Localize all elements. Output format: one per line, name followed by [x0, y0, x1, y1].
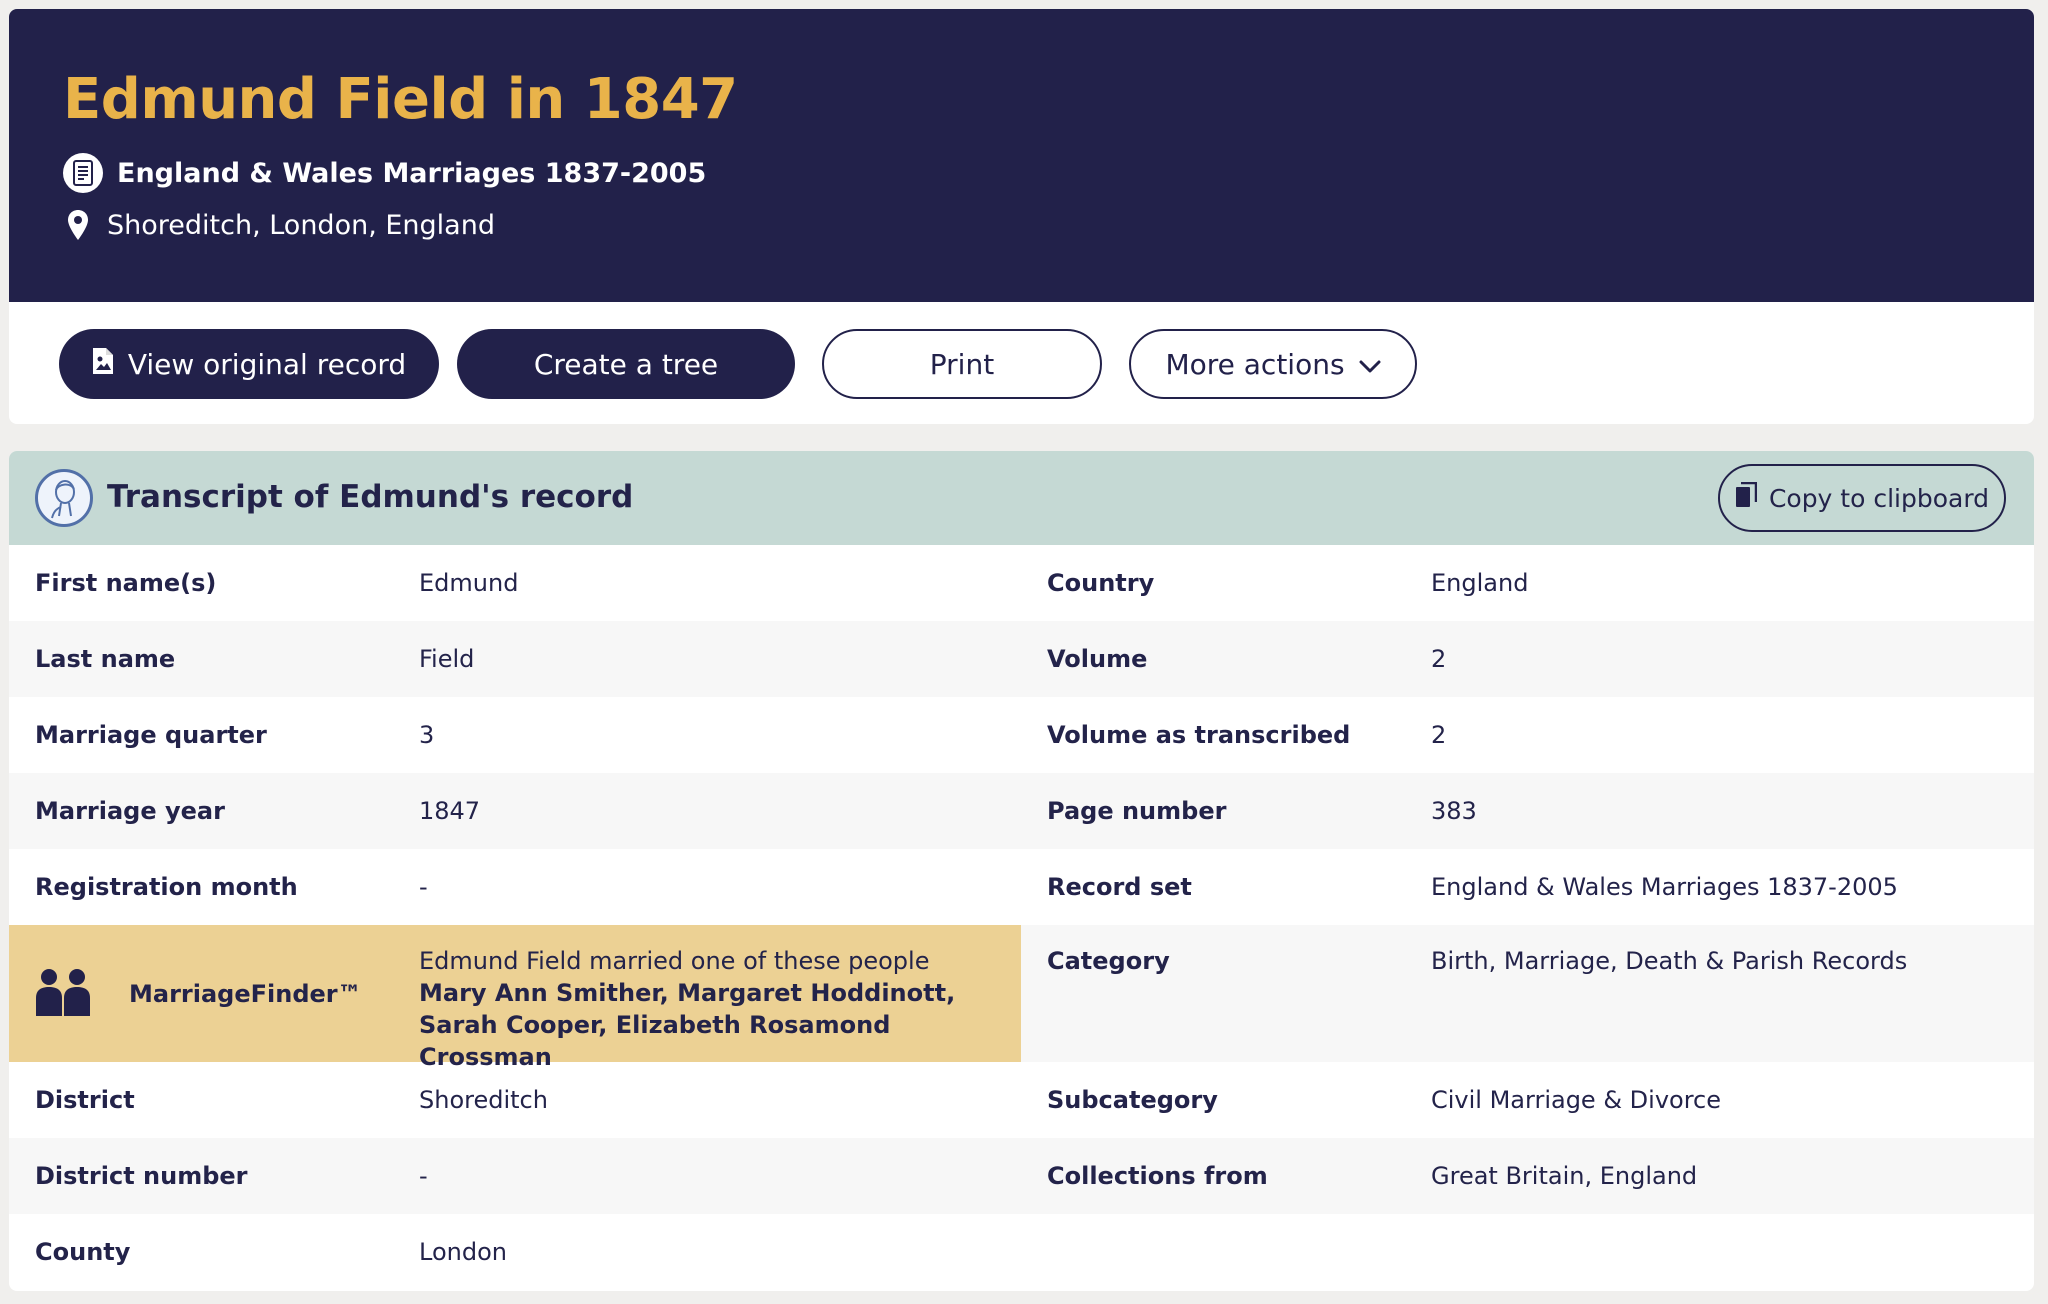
- transcript-header: Transcript of Edmund's record Copy to cl…: [9, 451, 2034, 545]
- more-actions-label: More actions: [1165, 347, 1345, 381]
- field-value: 2: [1431, 721, 1447, 749]
- table-row: Marriage year 1847 Page number 383: [9, 773, 2034, 849]
- create-tree-label: Create a tree: [533, 347, 719, 381]
- field-value: Birth, Marriage, Death & Parish Records: [1431, 947, 1908, 975]
- field-value: Field: [419, 645, 475, 673]
- table-row: District Shoreditch Subcategory Civil Marr…: [9, 1062, 2034, 1138]
- couple-icon: [35, 968, 91, 1022]
- marriage-finder[interactable]: MarriageFinder™ Edmund Field married one…: [9, 925, 1021, 1071]
- record-location: Shoreditch, London, England: [63, 209, 495, 241]
- field-value: England & Wales Marriages 1837-2005: [1431, 873, 1898, 901]
- table-row: Registration month - Record set England & …: [9, 849, 2034, 925]
- field-label: County: [35, 1238, 131, 1266]
- print-button[interactable]: Print: [822, 329, 1102, 399]
- field-value: England: [1431, 569, 1529, 597]
- field-value: Edmund: [419, 569, 519, 597]
- field-value: London: [419, 1238, 507, 1266]
- transcript-panel: Transcript of Edmund's record Copy to cl…: [9, 451, 2034, 1291]
- field-label: Category: [1047, 947, 1170, 975]
- location-pin-icon: [63, 209, 93, 241]
- field-label: Country: [1047, 569, 1155, 597]
- table-row: MarriageFinder™ Edmund Field married one…: [9, 925, 2034, 1071]
- record-hero: Edmund Field in 1847 England & Wales Mar…: [9, 9, 2034, 302]
- transcript-title: Transcript of Edmund's record: [107, 479, 634, 515]
- field-label: District number: [35, 1162, 248, 1190]
- record-source-label: England & Wales Marriages 1837-2005: [117, 157, 707, 189]
- more-actions-button[interactable]: More actions: [1129, 329, 1417, 399]
- marriage-finder-intro: Edmund Field married one of these people: [419, 947, 930, 975]
- action-bar: View original record Create a tree Print…: [9, 302, 2034, 424]
- marriage-finder-text: Edmund Field married one of these people…: [419, 945, 979, 1073]
- copy-to-clipboard-label: Copy to clipboard: [1768, 483, 1990, 513]
- chevron-down-icon: [1359, 348, 1381, 381]
- field-label: Page number: [1047, 797, 1227, 825]
- field-label: Volume as transcribed: [1047, 721, 1351, 749]
- table-row: District number - Collections from Great B…: [9, 1138, 2034, 1214]
- table-row: County London: [9, 1214, 2034, 1290]
- field-value: 2: [1431, 645, 1447, 673]
- create-tree-button[interactable]: Create a tree: [457, 329, 795, 399]
- print-label: Print: [929, 347, 995, 381]
- field-value: -: [419, 873, 428, 901]
- field-value: Shoreditch: [419, 1086, 548, 1114]
- view-original-record-label: View original record: [127, 347, 407, 381]
- table-row: Last name Field Volume 2: [9, 621, 2034, 697]
- clipboard-icon: [1735, 481, 1758, 514]
- marriage-finder-label: MarriageFinder™: [129, 979, 362, 1008]
- field-value: 383: [1431, 797, 1477, 825]
- transcriber-avatar-icon: [35, 469, 93, 527]
- record-location-label: Shoreditch, London, England: [107, 209, 495, 241]
- field-label: Registration month: [35, 873, 298, 901]
- field-label: Collections from: [1047, 1162, 1268, 1190]
- field-label: Subcategory: [1047, 1086, 1218, 1114]
- field-label: Last name: [35, 645, 176, 673]
- record-source[interactable]: England & Wales Marriages 1837-2005: [63, 153, 706, 193]
- field-label: Marriage year: [35, 797, 225, 825]
- table-row: Marriage quarter 3 Volume as transcribed 2: [9, 697, 2034, 773]
- field-value: -: [419, 1162, 428, 1190]
- image-file-icon: [92, 347, 114, 382]
- field-label: First name(s): [35, 569, 217, 597]
- document-icon: [63, 153, 103, 193]
- field-value: 1847: [419, 797, 481, 825]
- page-title: Edmund Field in 1847: [63, 67, 738, 132]
- field-value: 3: [419, 721, 435, 749]
- copy-to-clipboard-button[interactable]: Copy to clipboard: [1718, 464, 2006, 532]
- field-value: Civil Marriage & Divorce: [1431, 1086, 1722, 1114]
- marriage-finder-names[interactable]: Mary Ann Smither, Margaret Hoddinott, Sa…: [419, 977, 979, 1073]
- view-original-record-button[interactable]: View original record: [59, 329, 439, 399]
- table-row: First name(s) Edmund Country England: [9, 545, 2034, 621]
- field-label: Record set: [1047, 873, 1192, 901]
- field-value: Great Britain, England: [1431, 1162, 1698, 1190]
- field-label: District: [35, 1086, 135, 1114]
- field-label: Volume: [1047, 645, 1148, 673]
- field-label: Marriage quarter: [35, 721, 267, 749]
